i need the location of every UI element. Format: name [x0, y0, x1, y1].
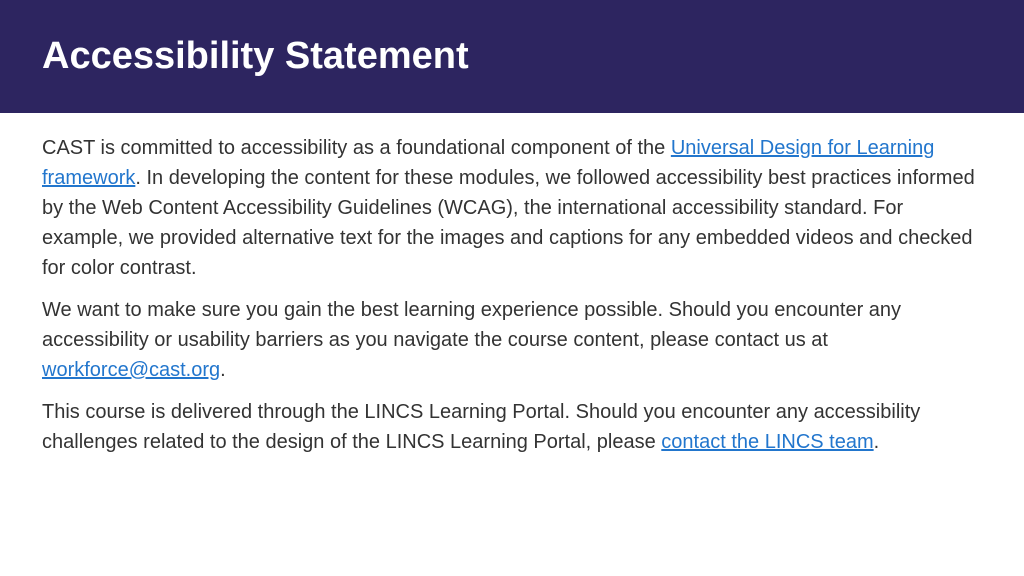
paragraph-2: We want to make sure you gain the best l…	[42, 295, 982, 385]
paragraph-3: This course is delivered through the LIN…	[42, 397, 982, 457]
p2-text-2: .	[220, 359, 226, 381]
contact-lincs-link[interactable]: contact the LINCS team	[661, 431, 873, 453]
p1-text-2: . In developing the content for these mo…	[42, 167, 975, 279]
p3-text-2: .	[874, 431, 880, 453]
paragraph-1: CAST is committed to accessibility as a …	[42, 133, 982, 283]
p1-text-1: CAST is committed to accessibility as a …	[42, 137, 671, 159]
page-content: CAST is committed to accessibility as a …	[0, 113, 1024, 489]
p2-text-1: We want to make sure you gain the best l…	[42, 299, 901, 351]
page-header: Accessibility Statement	[0, 0, 1024, 113]
workforce-email-link[interactable]: workforce@cast.org	[42, 359, 220, 381]
page-title: Accessibility Statement	[42, 35, 469, 78]
